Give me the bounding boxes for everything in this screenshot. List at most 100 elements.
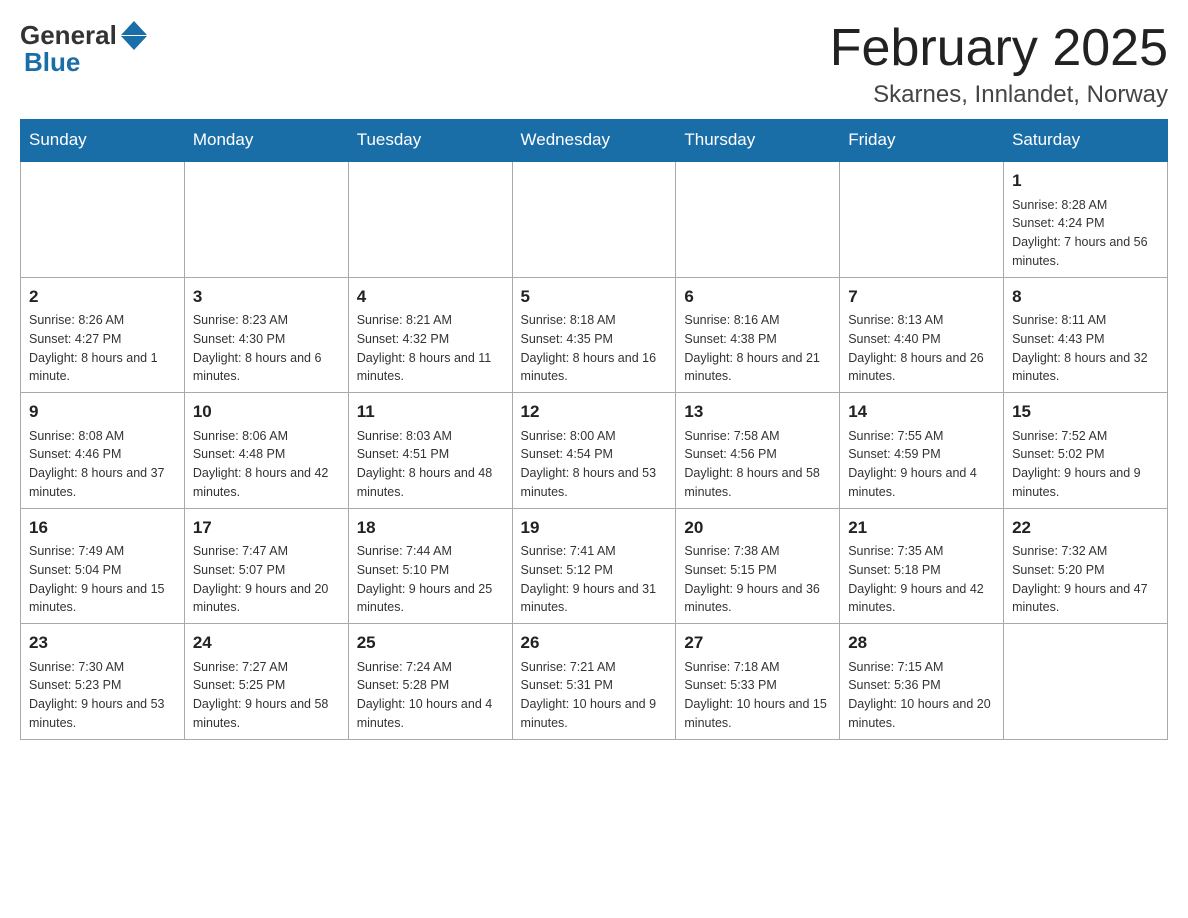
calendar-cell xyxy=(512,161,676,277)
calendar-cell: 7Sunrise: 8:13 AMSunset: 4:40 PMDaylight… xyxy=(840,277,1004,393)
calendar-cell: 25Sunrise: 7:24 AMSunset: 5:28 PMDayligh… xyxy=(348,624,512,740)
weekday-header-tuesday: Tuesday xyxy=(348,120,512,162)
day-number: 2 xyxy=(29,284,176,310)
day-info: Sunrise: 8:21 AMSunset: 4:32 PMDaylight:… xyxy=(357,311,504,386)
day-number: 10 xyxy=(193,399,340,425)
calendar-cell xyxy=(1004,624,1168,740)
calendar-week-row: 9Sunrise: 8:08 AMSunset: 4:46 PMDaylight… xyxy=(21,393,1168,509)
calendar-week-row: 2Sunrise: 8:26 AMSunset: 4:27 PMDaylight… xyxy=(21,277,1168,393)
day-number: 5 xyxy=(521,284,668,310)
day-number: 21 xyxy=(848,515,995,541)
day-number: 4 xyxy=(357,284,504,310)
calendar-cell xyxy=(184,161,348,277)
day-info: Sunrise: 7:35 AMSunset: 5:18 PMDaylight:… xyxy=(848,542,995,617)
page-header: General Blue February 2025 Skarnes, Innl… xyxy=(20,20,1168,109)
day-number: 26 xyxy=(521,630,668,656)
calendar-cell xyxy=(348,161,512,277)
calendar-cell: 21Sunrise: 7:35 AMSunset: 5:18 PMDayligh… xyxy=(840,508,1004,624)
day-number: 19 xyxy=(521,515,668,541)
calendar-cell: 17Sunrise: 7:47 AMSunset: 5:07 PMDayligh… xyxy=(184,508,348,624)
calendar-cell: 8Sunrise: 8:11 AMSunset: 4:43 PMDaylight… xyxy=(1004,277,1168,393)
weekday-header-monday: Monday xyxy=(184,120,348,162)
logo-blue-text: Blue xyxy=(24,47,80,78)
calendar-cell: 14Sunrise: 7:55 AMSunset: 4:59 PMDayligh… xyxy=(840,393,1004,509)
day-info: Sunrise: 8:08 AMSunset: 4:46 PMDaylight:… xyxy=(29,427,176,502)
weekday-header-saturday: Saturday xyxy=(1004,120,1168,162)
calendar-cell: 4Sunrise: 8:21 AMSunset: 4:32 PMDaylight… xyxy=(348,277,512,393)
calendar-cell: 12Sunrise: 8:00 AMSunset: 4:54 PMDayligh… xyxy=(512,393,676,509)
day-info: Sunrise: 7:41 AMSunset: 5:12 PMDaylight:… xyxy=(521,542,668,617)
day-info: Sunrise: 7:38 AMSunset: 5:15 PMDaylight:… xyxy=(684,542,831,617)
day-info: Sunrise: 7:27 AMSunset: 5:25 PMDaylight:… xyxy=(193,658,340,733)
calendar-cell: 9Sunrise: 8:08 AMSunset: 4:46 PMDaylight… xyxy=(21,393,185,509)
weekday-header-row: SundayMondayTuesdayWednesdayThursdayFrid… xyxy=(21,120,1168,162)
day-info: Sunrise: 7:18 AMSunset: 5:33 PMDaylight:… xyxy=(684,658,831,733)
day-number: 24 xyxy=(193,630,340,656)
day-info: Sunrise: 8:18 AMSunset: 4:35 PMDaylight:… xyxy=(521,311,668,386)
day-info: Sunrise: 8:06 AMSunset: 4:48 PMDaylight:… xyxy=(193,427,340,502)
day-number: 20 xyxy=(684,515,831,541)
day-info: Sunrise: 7:52 AMSunset: 5:02 PMDaylight:… xyxy=(1012,427,1159,502)
day-info: Sunrise: 7:21 AMSunset: 5:31 PMDaylight:… xyxy=(521,658,668,733)
day-info: Sunrise: 7:47 AMSunset: 5:07 PMDaylight:… xyxy=(193,542,340,617)
page-title: February 2025 xyxy=(830,20,1168,77)
calendar-cell: 1Sunrise: 8:28 AMSunset: 4:24 PMDaylight… xyxy=(1004,161,1168,277)
day-number: 18 xyxy=(357,515,504,541)
day-number: 23 xyxy=(29,630,176,656)
day-number: 28 xyxy=(848,630,995,656)
day-info: Sunrise: 8:26 AMSunset: 4:27 PMDaylight:… xyxy=(29,311,176,386)
page-subtitle: Skarnes, Innlandet, Norway xyxy=(830,81,1168,109)
day-info: Sunrise: 7:49 AMSunset: 5:04 PMDaylight:… xyxy=(29,542,176,617)
day-number: 13 xyxy=(684,399,831,425)
calendar-cell: 28Sunrise: 7:15 AMSunset: 5:36 PMDayligh… xyxy=(840,624,1004,740)
calendar-cell: 26Sunrise: 7:21 AMSunset: 5:31 PMDayligh… xyxy=(512,624,676,740)
day-info: Sunrise: 8:16 AMSunset: 4:38 PMDaylight:… xyxy=(684,311,831,386)
day-number: 17 xyxy=(193,515,340,541)
day-number: 22 xyxy=(1012,515,1159,541)
calendar-cell: 20Sunrise: 7:38 AMSunset: 5:15 PMDayligh… xyxy=(676,508,840,624)
calendar-cell: 24Sunrise: 7:27 AMSunset: 5:25 PMDayligh… xyxy=(184,624,348,740)
calendar-cell: 16Sunrise: 7:49 AMSunset: 5:04 PMDayligh… xyxy=(21,508,185,624)
title-block: February 2025 Skarnes, Innlandet, Norway xyxy=(830,20,1168,109)
day-info: Sunrise: 8:03 AMSunset: 4:51 PMDaylight:… xyxy=(357,427,504,502)
calendar-cell xyxy=(21,161,185,277)
calendar-cell: 5Sunrise: 8:18 AMSunset: 4:35 PMDaylight… xyxy=(512,277,676,393)
day-info: Sunrise: 7:15 AMSunset: 5:36 PMDaylight:… xyxy=(848,658,995,733)
weekday-header-friday: Friday xyxy=(840,120,1004,162)
calendar-cell xyxy=(676,161,840,277)
day-info: Sunrise: 8:11 AMSunset: 4:43 PMDaylight:… xyxy=(1012,311,1159,386)
calendar-cell: 22Sunrise: 7:32 AMSunset: 5:20 PMDayligh… xyxy=(1004,508,1168,624)
calendar-cell: 18Sunrise: 7:44 AMSunset: 5:10 PMDayligh… xyxy=(348,508,512,624)
calendar-cell: 15Sunrise: 7:52 AMSunset: 5:02 PMDayligh… xyxy=(1004,393,1168,509)
calendar-week-row: 23Sunrise: 7:30 AMSunset: 5:23 PMDayligh… xyxy=(21,624,1168,740)
day-number: 1 xyxy=(1012,168,1159,194)
day-info: Sunrise: 8:28 AMSunset: 4:24 PMDaylight:… xyxy=(1012,196,1159,271)
day-number: 11 xyxy=(357,399,504,425)
day-number: 16 xyxy=(29,515,176,541)
day-info: Sunrise: 7:58 AMSunset: 4:56 PMDaylight:… xyxy=(684,427,831,502)
day-number: 27 xyxy=(684,630,831,656)
calendar-cell: 10Sunrise: 8:06 AMSunset: 4:48 PMDayligh… xyxy=(184,393,348,509)
calendar-week-row: 1Sunrise: 8:28 AMSunset: 4:24 PMDaylight… xyxy=(21,161,1168,277)
calendar-cell: 3Sunrise: 8:23 AMSunset: 4:30 PMDaylight… xyxy=(184,277,348,393)
calendar-cell: 13Sunrise: 7:58 AMSunset: 4:56 PMDayligh… xyxy=(676,393,840,509)
day-number: 12 xyxy=(521,399,668,425)
calendar-week-row: 16Sunrise: 7:49 AMSunset: 5:04 PMDayligh… xyxy=(21,508,1168,624)
day-info: Sunrise: 7:32 AMSunset: 5:20 PMDaylight:… xyxy=(1012,542,1159,617)
weekday-header-sunday: Sunday xyxy=(21,120,185,162)
day-number: 15 xyxy=(1012,399,1159,425)
calendar-table: SundayMondayTuesdayWednesdayThursdayFrid… xyxy=(20,119,1168,740)
day-info: Sunrise: 7:44 AMSunset: 5:10 PMDaylight:… xyxy=(357,542,504,617)
calendar-cell: 19Sunrise: 7:41 AMSunset: 5:12 PMDayligh… xyxy=(512,508,676,624)
day-number: 14 xyxy=(848,399,995,425)
calendar-cell: 23Sunrise: 7:30 AMSunset: 5:23 PMDayligh… xyxy=(21,624,185,740)
day-info: Sunrise: 8:00 AMSunset: 4:54 PMDaylight:… xyxy=(521,427,668,502)
day-info: Sunrise: 7:24 AMSunset: 5:28 PMDaylight:… xyxy=(357,658,504,733)
calendar-cell: 2Sunrise: 8:26 AMSunset: 4:27 PMDaylight… xyxy=(21,277,185,393)
weekday-header-thursday: Thursday xyxy=(676,120,840,162)
day-number: 25 xyxy=(357,630,504,656)
calendar-cell: 6Sunrise: 8:16 AMSunset: 4:38 PMDaylight… xyxy=(676,277,840,393)
calendar-cell: 27Sunrise: 7:18 AMSunset: 5:33 PMDayligh… xyxy=(676,624,840,740)
day-number: 8 xyxy=(1012,284,1159,310)
day-number: 3 xyxy=(193,284,340,310)
